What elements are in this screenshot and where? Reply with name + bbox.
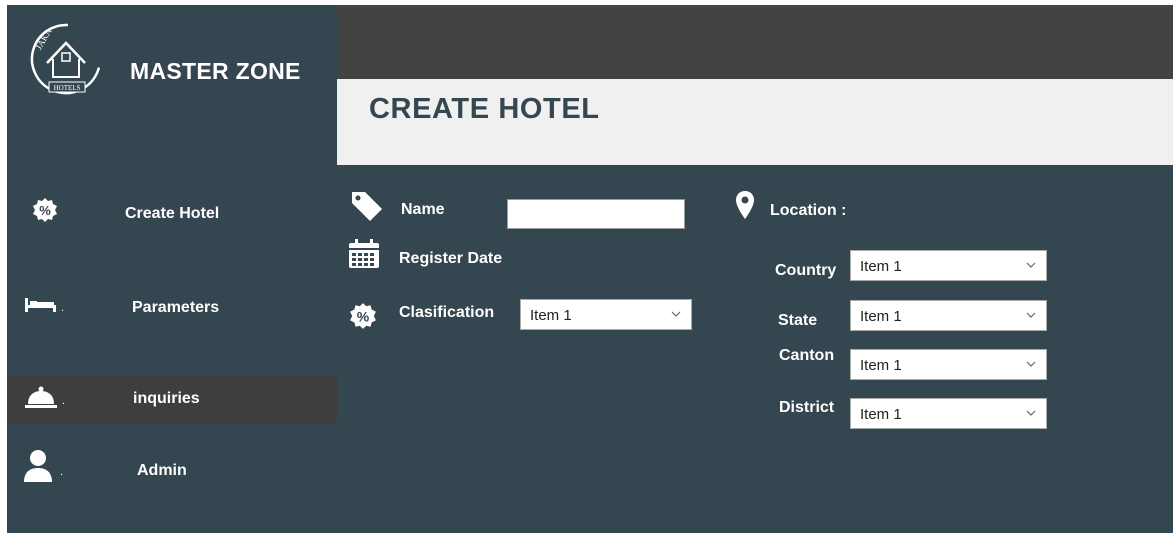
svg-text:%: % — [39, 203, 51, 218]
calendar-icon — [348, 239, 380, 274]
separator-dot: . — [60, 466, 64, 478]
clasification-label: Clasification — [399, 304, 495, 321]
percent-badge-icon: % — [32, 197, 58, 228]
app-window: JAKA HOTELS MASTER ZONE CREATE HOTEL % C… — [7, 5, 1173, 533]
tag-icon — [350, 190, 384, 227]
page-title: CREATE HOTEL — [369, 93, 600, 125]
country-select[interactable]: Item 1 — [850, 250, 1047, 281]
select-value: Item 1 — [860, 357, 902, 374]
name-input[interactable] — [507, 199, 685, 229]
sidebar-item-parameters[interactable]: . Parameters — [7, 282, 337, 330]
location-label: Location : — [770, 202, 847, 219]
sidebar-item-inquiries[interactable]: . inquiries — [7, 375, 337, 423]
clasification-select[interactable]: Item 1 — [520, 299, 692, 330]
sidebar-item-admin[interactable]: . Admin — [7, 445, 337, 493]
user-icon — [23, 449, 53, 488]
register-date-label: Register Date — [399, 250, 503, 267]
select-value: Item 1 — [860, 258, 902, 275]
chevron-down-icon — [1026, 410, 1036, 416]
canton-select[interactable]: Item 1 — [850, 349, 1047, 380]
sidebar-item-create-hotel[interactable]: % Create Hotel — [7, 187, 337, 235]
country-label: Country — [775, 262, 837, 279]
chevron-down-icon — [1026, 361, 1036, 367]
chevron-down-icon — [1026, 312, 1036, 318]
svg-text:HOTELS: HOTELS — [54, 84, 81, 92]
svg-text:%: % — [357, 308, 370, 324]
canton-label: Canton — [779, 347, 835, 364]
sidebar-item-label: Admin — [137, 462, 187, 479]
state-select[interactable]: Item 1 — [850, 300, 1047, 331]
district-label: District — [779, 399, 835, 416]
name-label: Name — [401, 201, 445, 218]
chevron-down-icon — [1026, 262, 1036, 268]
top-bar — [337, 5, 1173, 79]
district-select[interactable]: Item 1 — [850, 398, 1047, 429]
svg-text:JAKA: JAKA — [34, 26, 54, 51]
brand-title: MASTER ZONE — [130, 58, 301, 84]
select-value: Item 1 — [530, 307, 572, 324]
separator-dot: . — [62, 395, 66, 407]
separator-dot: . — [61, 302, 65, 314]
select-value: Item 1 — [860, 406, 902, 423]
bed-icon — [25, 296, 57, 319]
sidebar-item-label: inquiries — [133, 390, 200, 407]
sidebar-item-label: Parameters — [132, 299, 220, 316]
state-label: State — [778, 312, 818, 329]
jaka-hotels-logo: JAKA HOTELS — [25, 19, 107, 101]
map-pin-icon — [735, 190, 755, 225]
chevron-down-icon — [671, 311, 681, 317]
select-value: Item 1 — [860, 308, 902, 325]
page-header: CREATE HOTEL — [337, 79, 1173, 165]
sidebar-item-label: Create Hotel — [125, 205, 220, 222]
percent-badge-icon: % — [349, 302, 377, 335]
service-bell-icon — [24, 385, 58, 416]
